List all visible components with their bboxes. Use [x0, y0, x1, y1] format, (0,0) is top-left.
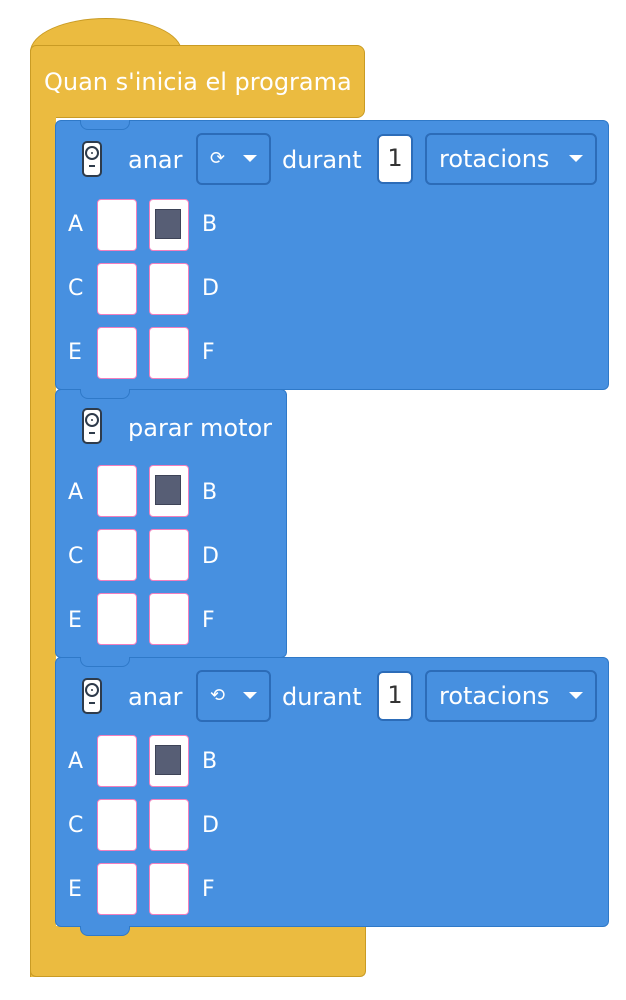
unit-label: rotacions [439, 682, 550, 710]
direction-dropdown[interactable]: ⟳ [196, 133, 271, 185]
chevron-down-icon [243, 155, 257, 162]
port-a-toggle[interactable] [97, 199, 137, 251]
unit-label: rotacions [439, 145, 550, 173]
chevron-down-icon [569, 692, 583, 699]
chevron-down-icon [569, 155, 583, 162]
block-notch [80, 657, 130, 667]
port-f-toggle[interactable] [149, 327, 189, 379]
port-f-toggle[interactable] [149, 863, 189, 915]
port-d-toggle[interactable] [149, 529, 189, 581]
port-a-toggle[interactable] [97, 735, 137, 787]
port-b-toggle[interactable] [149, 735, 189, 787]
block-bottom-notch [80, 926, 130, 936]
during-label: durant [282, 683, 362, 711]
port-a-toggle[interactable] [97, 465, 137, 517]
rotate-counterclockwise-icon: ⟲ [210, 685, 226, 706]
port-label-f: F [202, 340, 215, 365]
unit-dropdown[interactable]: rotacions [425, 133, 597, 185]
port-b-toggle[interactable] [149, 199, 189, 251]
port-f-toggle[interactable] [149, 593, 189, 645]
port-c-toggle[interactable] [97, 529, 137, 581]
port-label-e: E [68, 608, 82, 633]
port-label-a: A [68, 212, 84, 237]
motor-icon [82, 678, 102, 714]
port-label-b: B [202, 749, 218, 774]
port-label-d: D [202, 276, 219, 301]
port-label-b: B [202, 212, 218, 237]
port-e-toggle[interactable] [97, 593, 137, 645]
port-c-toggle[interactable] [97, 799, 137, 851]
port-label-c: C [68, 276, 84, 301]
block-verb-label: parar motor [128, 414, 273, 442]
port-label-e: E [68, 340, 82, 365]
port-label-e: E [68, 877, 82, 902]
motor-go-block[interactable]: anar ⟲ durant 1 rotacions A B C D E F [55, 657, 609, 936]
port-label-d: D [202, 813, 219, 838]
motor-icon [82, 408, 102, 444]
direction-dropdown[interactable]: ⟲ [196, 670, 271, 722]
during-label: durant [282, 146, 362, 174]
motor-stop-block[interactable]: parar motor A B C D E F [55, 389, 287, 658]
port-label-f: F [202, 608, 215, 633]
hat-block-spine [30, 112, 56, 977]
chevron-down-icon [243, 692, 257, 699]
port-label-c: C [68, 813, 84, 838]
port-b-toggle[interactable] [149, 465, 189, 517]
port-label-a: A [68, 480, 84, 505]
port-d-toggle[interactable] [149, 263, 189, 315]
motor-go-block[interactable]: anar ⟳ durant 1 rotacions A B C D E F [55, 120, 609, 390]
block-notch [80, 120, 130, 130]
hat-block-foot [30, 926, 366, 977]
block-verb-label: anar [128, 683, 183, 711]
port-label-d: D [202, 544, 219, 569]
block-notch [80, 389, 130, 399]
port-label-b: B [202, 480, 218, 505]
block-verb-label: anar [128, 146, 183, 174]
port-e-toggle[interactable] [97, 327, 137, 379]
hat-block-label: Quan s'inicia el programa [44, 68, 352, 96]
amount-input[interactable]: 1 [377, 134, 413, 184]
port-e-toggle[interactable] [97, 863, 137, 915]
motor-icon [82, 141, 102, 177]
amount-input[interactable]: 1 [377, 671, 413, 721]
port-label-c: C [68, 544, 84, 569]
unit-dropdown[interactable]: rotacions [425, 670, 597, 722]
port-label-a: A [68, 749, 84, 774]
port-label-f: F [202, 877, 215, 902]
port-d-toggle[interactable] [149, 799, 189, 851]
rotate-clockwise-icon: ⟳ [210, 148, 226, 169]
port-c-toggle[interactable] [97, 263, 137, 315]
